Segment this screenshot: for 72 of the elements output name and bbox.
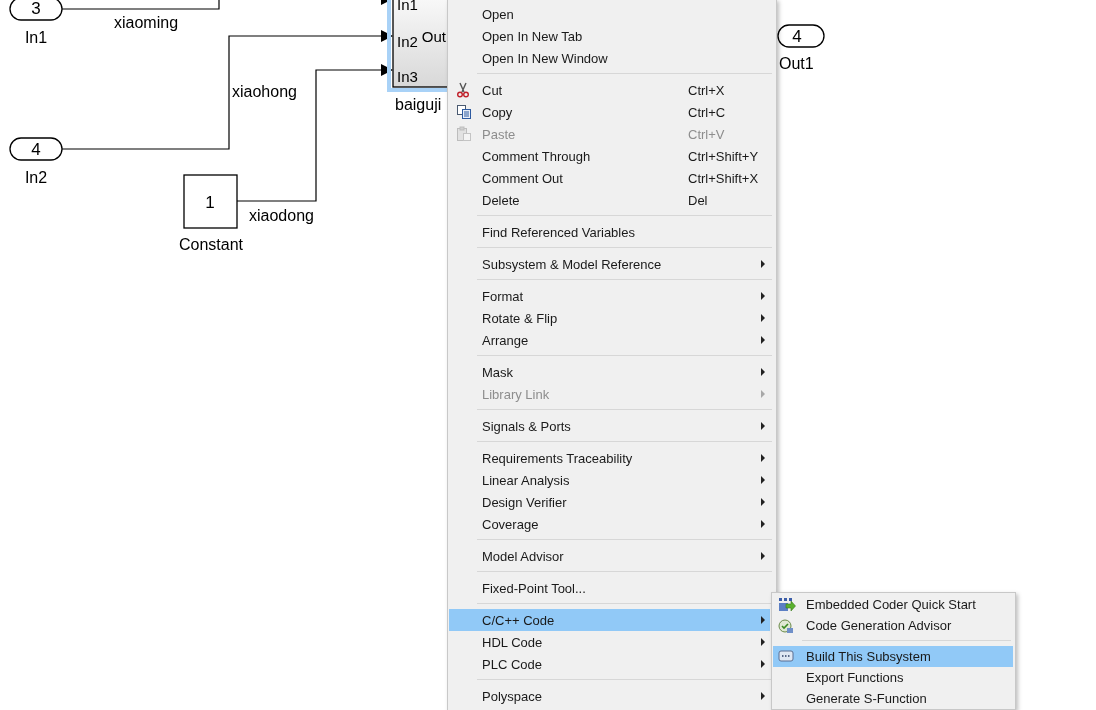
port-label: In2: [397, 33, 418, 50]
submenu-arrow-icon: [761, 368, 765, 376]
inport-block[interactable]: [9, 137, 63, 161]
submenu-arrow-icon: [761, 692, 765, 700]
submenu-arrow-icon: [761, 552, 765, 560]
menu-item[interactable]: Linear Analysis: [449, 469, 770, 491]
block-label: In2: [24, 169, 48, 186]
menu-item[interactable]: Comment Out Ctrl+Shift+X: [449, 167, 770, 189]
submenu-arrow-icon: [761, 314, 765, 322]
submenu-arrow-icon: [761, 520, 765, 528]
submenu-arrow-icon: [761, 638, 765, 646]
menu-item[interactable]: Design Verifier: [449, 491, 770, 513]
keyboard-icon: [778, 649, 794, 663]
port-number: 3: [31, 0, 41, 18]
menu-item[interactable]: Fixed-Point Tool...: [449, 577, 770, 599]
menu-item[interactable]: Embedded Coder Quick Start: [773, 594, 1013, 615]
port-label: Out: [421, 28, 446, 45]
menu-item[interactable]: Code Generation Advisor: [773, 615, 1013, 636]
menu-item[interactable]: Find Referenced Variables: [449, 221, 770, 243]
menu-item[interactable]: Copy Ctrl+C: [449, 101, 770, 123]
menu-item[interactable]: Mask: [449, 361, 770, 383]
menu-item[interactable]: Open In New Tab: [449, 25, 770, 47]
menu-item[interactable]: Format: [449, 285, 770, 307]
submenu-arrow-icon: [761, 260, 765, 268]
block-label: Out1: [779, 55, 814, 72]
menu-item[interactable]: Comment Through Ctrl+Shift+Y: [449, 145, 770, 167]
menu-item[interactable]: Build This Subsystem: [773, 646, 1013, 667]
inport-block[interactable]: [9, 0, 63, 21]
submenu-arrow-icon: [761, 336, 765, 344]
signal-label: xiaohong: [232, 83, 297, 100]
submenu-arrow-icon: [761, 476, 765, 484]
block-label: In1: [24, 29, 48, 46]
blocks-arrow-icon: [778, 597, 796, 613]
menu-item[interactable]: Coverage: [449, 513, 770, 535]
menu-item[interactable]: Requirements Traceability: [449, 447, 770, 469]
constant-block[interactable]: [183, 174, 238, 229]
menu-item[interactable]: HDL Code: [449, 631, 770, 653]
port-number: 4: [792, 27, 802, 46]
check-badge-icon: [778, 618, 794, 634]
menu-item[interactable]: Cut Ctrl+X: [449, 79, 770, 101]
scissors-icon: [456, 82, 470, 98]
menu-item[interactable]: Generate S-Function: [773, 688, 1013, 709]
submenu-arrow-icon: [761, 454, 765, 462]
paste-icon: [456, 126, 472, 142]
menu-item[interactable]: Arrange: [449, 329, 770, 351]
menu-item[interactable]: Open In New Window: [449, 47, 770, 69]
port-number: 4: [31, 140, 41, 159]
signal-label: xiaodong: [249, 207, 314, 224]
submenu-arrow-icon: [761, 422, 765, 430]
submenu-arrow-icon: [761, 498, 765, 506]
signal-label: xiaoming: [114, 14, 179, 31]
submenu-arrow-icon: [761, 390, 765, 398]
submenu-arrow-icon: [761, 616, 765, 624]
menu-item[interactable]: PLC Code: [449, 653, 770, 675]
submenu-arrow-icon: [761, 292, 765, 300]
menu-item[interactable]: Open: [449, 3, 770, 25]
submenu-arrow-icon: [761, 660, 765, 668]
constant-value: 1: [205, 193, 215, 212]
menu-item[interactable]: Subsystem & Model Reference: [449, 253, 770, 275]
menu-item[interactable]: Polyspace: [449, 685, 770, 707]
menu-item[interactable]: Export Functions: [773, 667, 1013, 688]
outport-block[interactable]: [777, 24, 825, 48]
menu-item[interactable]: Delete Del: [449, 189, 770, 211]
port-label: In3: [397, 68, 418, 85]
block-label: Constant: [179, 236, 243, 253]
menu-item[interactable]: Model Advisor: [449, 545, 770, 567]
menu-item[interactable]: Signals & Ports: [449, 415, 770, 437]
port-label: In1: [397, 0, 418, 13]
copy-icon: [456, 104, 472, 120]
block-label: baiguji: [395, 96, 442, 113]
menu-item[interactable]: C/C++ Code: [449, 609, 770, 631]
menu-item[interactable]: Rotate & Flip: [449, 307, 770, 329]
